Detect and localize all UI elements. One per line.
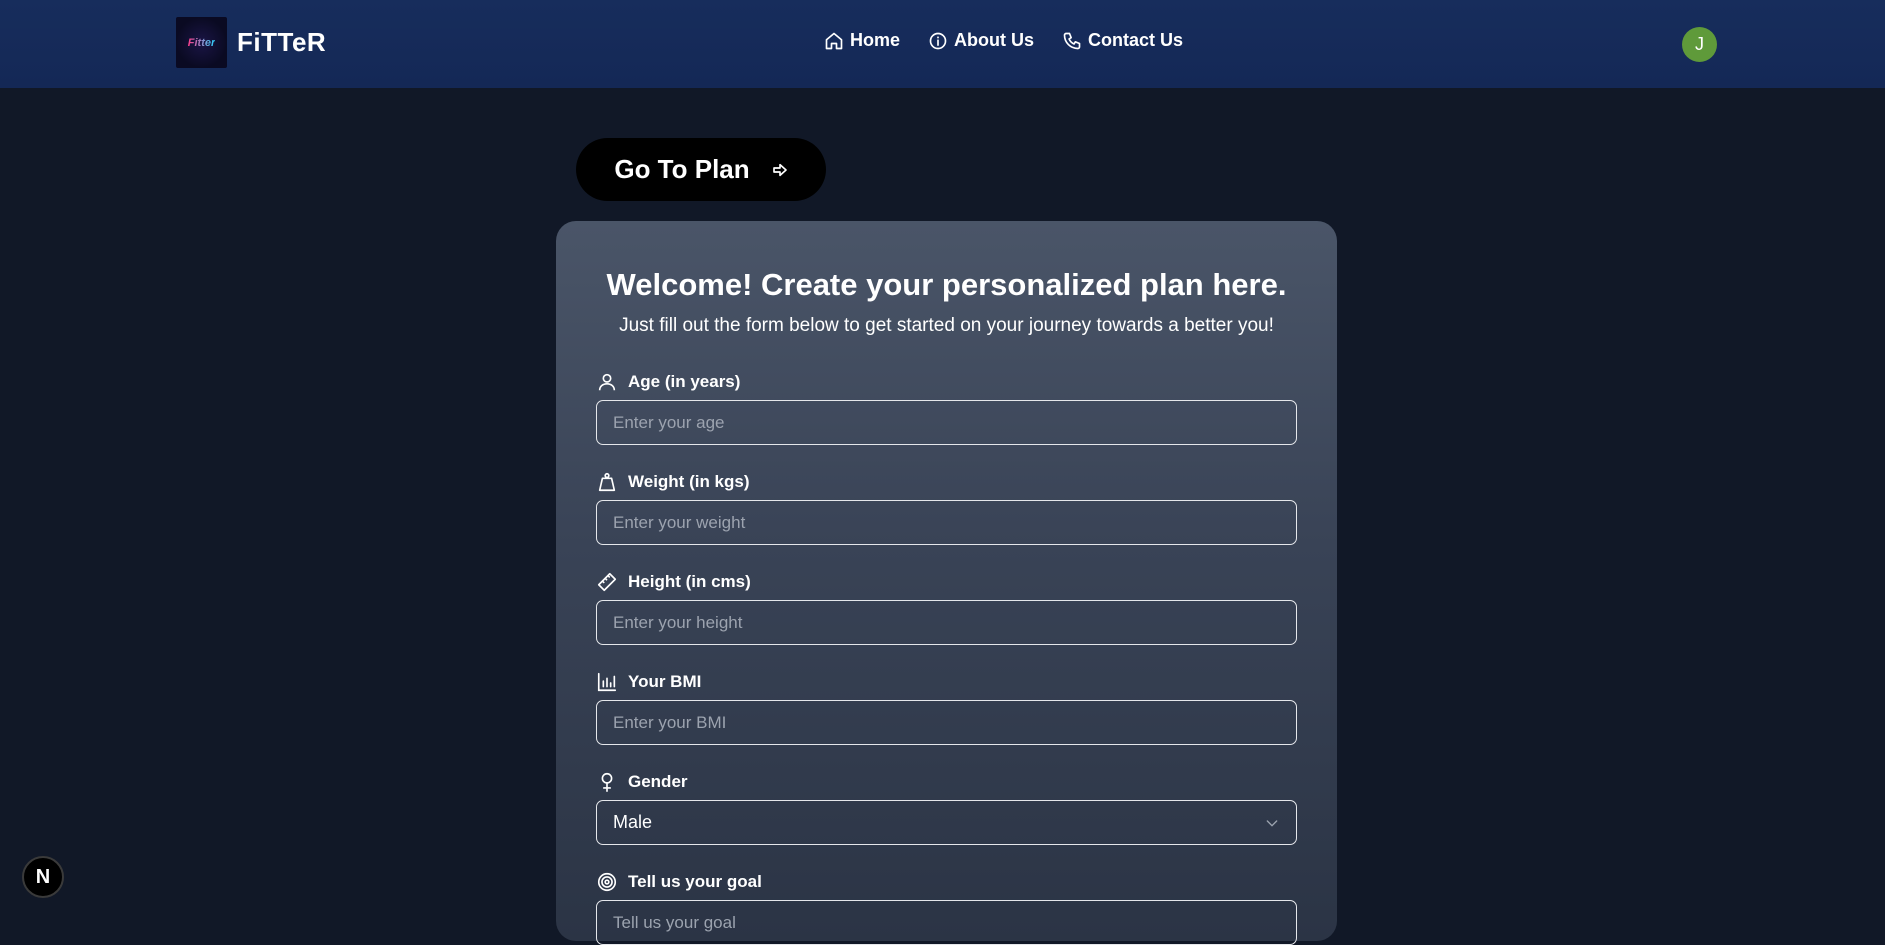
user-avatar[interactable]: J [1682,27,1717,62]
weight-label: Weight (in kgs) [596,471,1297,493]
age-label: Age (in years) [596,371,1297,393]
weight-icon [598,472,616,492]
logo[interactable]: Fitter [176,17,227,68]
bmi-label-text: Your BMI [628,672,702,691]
goal-field: Tell us your goal [596,871,1297,945]
nav-link-label: About Us [954,30,1035,50]
ruler-icon [597,572,617,592]
goal-input[interactable] [596,900,1297,945]
height-label-text: Height (in cms) [628,572,751,591]
goal-label: Tell us your goal [596,871,1297,893]
bmi-label: Your BMI [596,671,1297,693]
age-input[interactable] [596,400,1297,445]
gender-label-text: Gender [628,772,688,791]
nav-link-home[interactable]: Home [824,30,900,51]
dev-tools-badge[interactable]: N [22,856,64,898]
form-title: Welcome! Create your personalized plan h… [606,267,1287,302]
weight-field: Weight (in kgs) [596,471,1297,545]
target-icon [597,872,617,892]
height-field: Height (in cms) [596,571,1297,645]
goal-label-text: Tell us your goal [628,872,762,891]
form-subtitle: Just fill out the form below to get star… [619,315,1274,336]
weight-input[interactable] [596,500,1297,545]
user-icon [598,373,616,391]
gender-selected-value: Male [613,812,653,832]
go-to-plan-button[interactable]: Go To Plan [576,138,826,201]
nav-links: Home About Us Contact Us [824,30,1211,51]
age-label-text: Age (in years) [628,372,741,391]
brand[interactable]: Fitter FiTTeR [176,17,326,68]
nav-link-label: Home [850,30,901,50]
nav-link-about[interactable]: About Us [928,30,1034,51]
info-icon [929,32,947,49]
go-to-plan-label: Go To Plan [614,154,750,184]
weight-label-text: Weight (in kgs) [628,472,750,491]
female-icon [601,772,613,792]
bmi-input[interactable] [596,700,1297,745]
height-input[interactable] [596,600,1297,645]
arrow-right-icon [772,163,787,176]
top-navbar: Fitter FiTTeR Home About Us Contact Us J [0,0,1885,88]
nav-link-contact[interactable]: Contact Us [1062,30,1183,51]
nav-link-label: Contact Us [1088,30,1184,50]
brand-name[interactable]: FiTTeR [237,27,326,58]
height-label: Height (in cms) [596,571,1297,593]
home-icon [825,32,843,49]
gender-select[interactable]: Male [596,800,1297,845]
bmi-field: Your BMI [596,671,1297,745]
age-field: Age (in years) [596,371,1297,445]
gender-field: Gender Male [596,771,1297,845]
chevron-down-icon [1266,819,1278,827]
plan-form-card: Welcome! Create your personalized plan h… [556,221,1337,945]
bar-chart-icon [597,672,617,692]
phone-icon [1063,32,1081,49]
logo-text: Fitter [187,36,216,49]
gender-label: Gender [596,771,1297,793]
